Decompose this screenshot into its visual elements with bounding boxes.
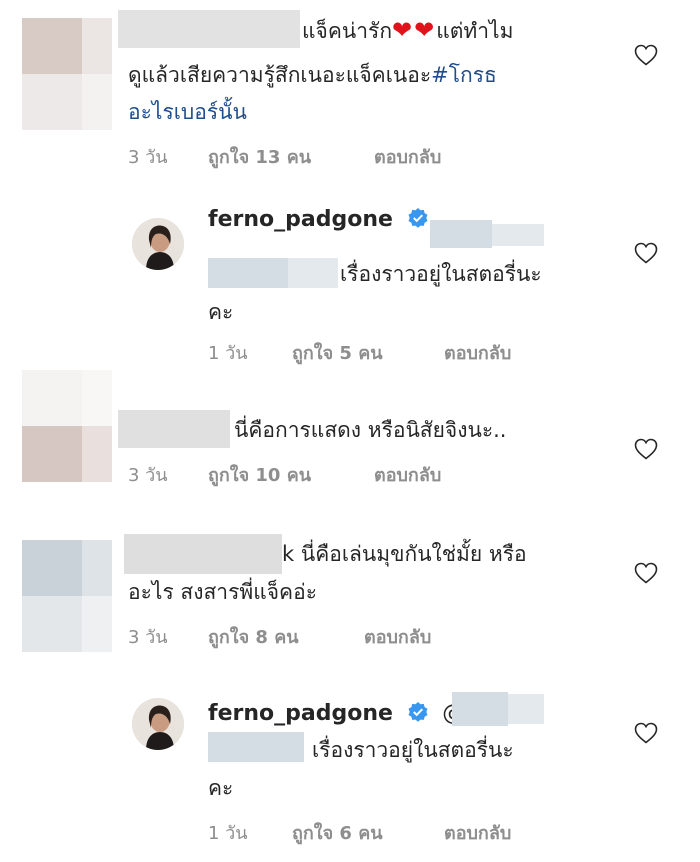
- comment-text-line2: คะ: [208, 300, 234, 324]
- avatar[interactable]: [22, 370, 112, 482]
- redacted-mention: [208, 258, 288, 288]
- comment-text-line2: อะไร สงสารพี่แจ็คอ่ะ: [128, 580, 317, 604]
- reply-button[interactable]: ตอบกลับ: [374, 460, 441, 489]
- comment-text: นี่คือการแสดง หรือนิสัยจิงนะ..: [234, 418, 507, 442]
- username[interactable]: ferno_padgone @: [208, 694, 464, 734]
- avatar[interactable]: [22, 540, 112, 652]
- redacted-mention: [288, 258, 338, 288]
- redacted-mention: [430, 220, 492, 248]
- comment-text: แจ็คน่ารัก❤❤แต่ทำไม: [302, 16, 514, 44]
- heart-outline-icon[interactable]: [634, 438, 658, 460]
- comment-4: k นี่คือเล่นมุขกันใช่มั้ย หรือ อะไร สงสา…: [0, 510, 700, 660]
- redacted-username: [124, 534, 282, 574]
- redacted-mention: [492, 224, 544, 246]
- comment-text: เรื่องราวอยู่ในสตอรี่นะ: [312, 738, 514, 762]
- hashtag-link[interactable]: #โกรธ: [431, 63, 497, 87]
- heart-outline-icon[interactable]: [634, 562, 658, 584]
- comment-text: k นี่คือเล่นมุขกันใช่มั้ย หรือ: [282, 542, 527, 566]
- hashtag-link-continued[interactable]: อะไรเบอร์นั้น: [128, 92, 247, 132]
- username[interactable]: ferno_padgone: [208, 200, 435, 240]
- comment-text-line2: คะ: [208, 776, 234, 800]
- avatar[interactable]: [132, 698, 184, 750]
- likes-count[interactable]: ถูกใจ 8 คน: [208, 622, 299, 651]
- likes-count[interactable]: ถูกใจ 6 คน: [292, 818, 383, 847]
- reply-button[interactable]: ตอบกลับ: [444, 338, 511, 367]
- redacted-mention: [208, 732, 304, 762]
- heart-outline-icon[interactable]: [634, 722, 658, 744]
- redacted-username: [118, 10, 300, 48]
- heart-outline-icon[interactable]: [634, 44, 658, 66]
- comment-time: 1 วัน: [208, 823, 248, 844]
- reply-button[interactable]: ตอบกลับ: [374, 142, 441, 171]
- comment-time: 3 วัน: [128, 627, 168, 648]
- comment-text: เรื่องราวอยู่ในสตอรี่นะ: [340, 262, 542, 286]
- comment-2: ferno_padgone เรื่องราวอยู่ในสตอรี่นะ คะ…: [0, 180, 700, 370]
- comment-time: 1 วัน: [208, 343, 248, 364]
- likes-count[interactable]: ถูกใจ 5 คน: [292, 338, 383, 367]
- avatar[interactable]: [132, 218, 184, 270]
- reply-button[interactable]: ตอบกลับ: [364, 622, 431, 651]
- comment-time: 3 วัน: [128, 465, 168, 486]
- comment-time: 3 วัน: [128, 147, 168, 168]
- verified-badge-icon: [408, 702, 428, 722]
- comment-1: แจ็คน่ารัก❤❤แต่ทำไม ดูแล้วเสียความรู้สึก…: [0, 0, 700, 180]
- redacted-username: [118, 410, 230, 448]
- avatar[interactable]: [22, 18, 112, 130]
- comment-5: ferno_padgone @ เรื่องราวอยู่ในสตอรี่นะ …: [0, 660, 700, 862]
- hearts-emoji: ❤❤: [392, 16, 437, 44]
- heart-outline-icon[interactable]: [634, 242, 658, 264]
- reply-button[interactable]: ตอบกลับ: [444, 818, 511, 847]
- comment-text-line2: ดูแล้วเสียความรู้สึกเนอะแจ็คเนอะ#โกรธ: [128, 63, 497, 87]
- comment-3: นี่คือการแสดง หรือนิสัยจิงนะ.. 3 วัน ถูก…: [0, 370, 700, 510]
- likes-count[interactable]: ถูกใจ 13 คน: [208, 142, 311, 171]
- likes-count[interactable]: ถูกใจ 10 คน: [208, 460, 311, 489]
- verified-badge-icon: [408, 208, 428, 228]
- redacted-mention: [452, 692, 508, 726]
- redacted-mention: [508, 694, 544, 724]
